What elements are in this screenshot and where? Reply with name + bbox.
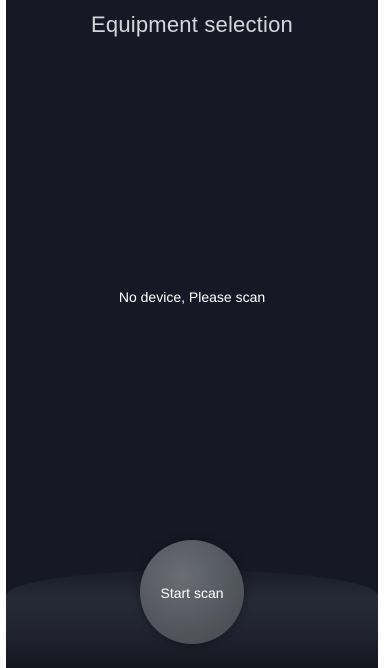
start-scan-button[interactable]: Start scan [140,540,244,644]
start-scan-label: Start scan [160,584,224,601]
page-title: Equipment selection [91,12,293,37]
empty-state-message: No device, Please scan [118,289,266,305]
